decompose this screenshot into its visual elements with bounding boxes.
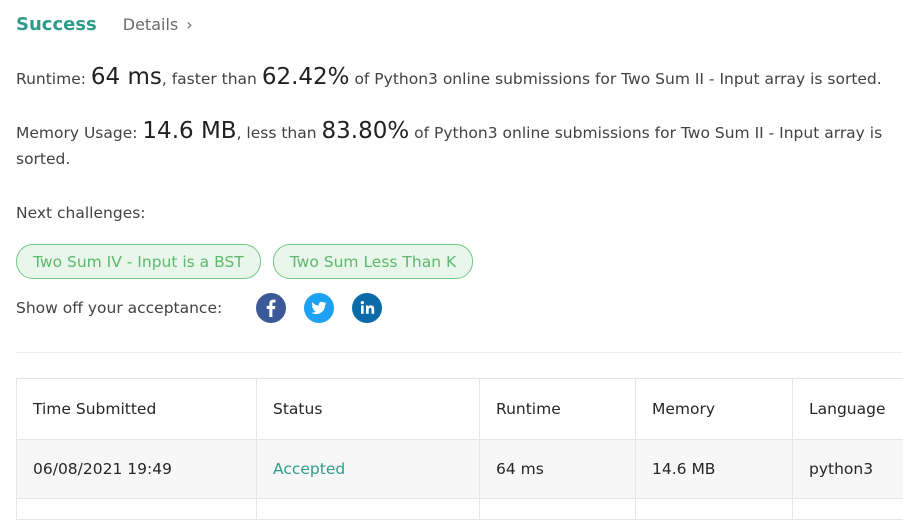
column-header-time-submitted[interactable]: Time Submitted <box>17 379 257 440</box>
challenge-chip-two-sum-less-than-k[interactable]: Two Sum Less Than K <box>273 244 473 279</box>
details-label: Details <box>123 15 178 34</box>
table-header-row: Time Submitted Status Runtime Memory Lan… <box>17 379 903 440</box>
submissions-table: Time Submitted Status Runtime Memory Lan… <box>16 378 903 520</box>
cell-language: python3 <box>793 440 903 499</box>
runtime-value: 64 ms <box>91 64 162 90</box>
cell-memory: 14.6 MB <box>636 440 793 499</box>
runtime-percent: 62.42% <box>262 64 350 90</box>
section-divider <box>16 352 902 353</box>
facebook-icon[interactable] <box>256 293 286 323</box>
twitter-icon[interactable] <box>304 293 334 323</box>
memory-value: 14.6 MB <box>142 118 236 144</box>
memory-summary: Memory Usage: 14.6 MB, less than 83.80% … <box>16 118 886 172</box>
runtime-summary: Runtime: 64 ms, faster than 62.42% of Py… <box>16 64 882 90</box>
next-challenges-list: Two Sum IV - Input is a BST Two Sum Less… <box>16 244 473 279</box>
cell-time-submitted: 06/08/2021 19:49 <box>17 440 257 499</box>
submissions-table-container: Time Submitted Status Runtime Memory Lan… <box>16 378 903 520</box>
details-link[interactable]: Details › <box>123 15 193 34</box>
challenge-chip-two-sum-iv[interactable]: Two Sum IV - Input is a BST <box>16 244 261 279</box>
runtime-suffix: of Python3 online submissions for Two Su… <box>350 70 882 88</box>
linkedin-icon[interactable] <box>352 293 382 323</box>
column-header-language[interactable]: Language <box>793 379 903 440</box>
runtime-middle: , faster than <box>162 70 262 88</box>
column-header-status[interactable]: Status <box>257 379 480 440</box>
memory-middle: , less than <box>237 124 322 142</box>
share-section: Show off your acceptance: <box>16 293 382 323</box>
column-header-memory[interactable]: Memory <box>636 379 793 440</box>
cell-status-link[interactable]: Accepted <box>257 440 480 499</box>
memory-percent: 83.80% <box>322 118 410 144</box>
submission-result-page: Success Details › Runtime: 64 ms, faster… <box>0 0 903 502</box>
memory-prefix: Memory Usage: <box>16 124 142 142</box>
social-buttons <box>256 293 382 323</box>
table-row: 06/08/2021 19:49 Accepted 64 ms 14.6 MB … <box>17 440 903 499</box>
chevron-right-icon: › <box>186 15 192 34</box>
result-header: Success Details › <box>16 14 193 35</box>
status-success-label: Success <box>16 14 97 35</box>
runtime-prefix: Runtime: <box>16 70 91 88</box>
next-challenges-label: Next challenges: <box>16 204 146 222</box>
column-header-runtime[interactable]: Runtime <box>480 379 636 440</box>
share-label: Show off your acceptance: <box>16 299 222 317</box>
cell-runtime: 64 ms <box>480 440 636 499</box>
